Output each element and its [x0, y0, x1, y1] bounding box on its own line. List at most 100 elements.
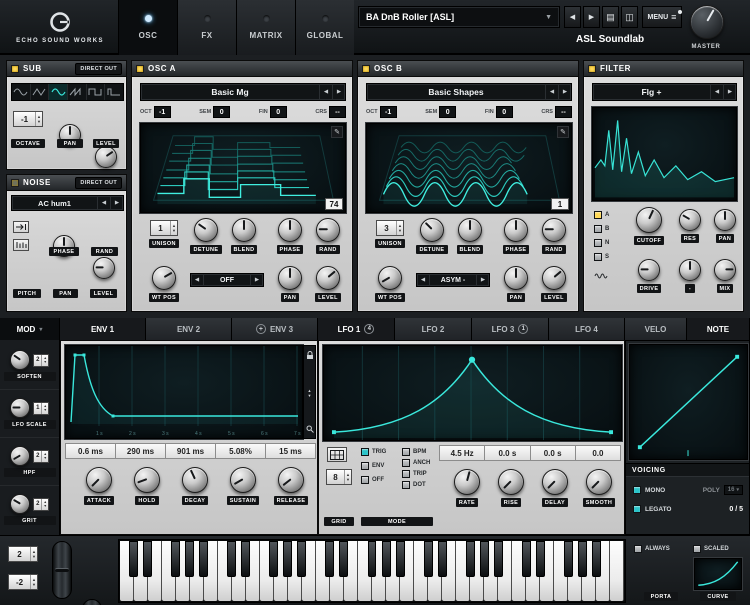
- bend-down-stepper[interactable]: -2: [8, 574, 38, 590]
- tab-osc[interactable]: OSC: [118, 0, 177, 55]
- piano-black-key[interactable]: [479, 541, 489, 577]
- hpf-stepper[interactable]: 2: [33, 449, 49, 463]
- grit-knob[interactable]: [10, 494, 31, 514]
- tab-lfo1[interactable]: LFO 14: [318, 318, 395, 340]
- filter-type-next-button[interactable]: [723, 84, 736, 100]
- osc-b-phase-knob[interactable]: [504, 218, 528, 242]
- bend-up-stepper[interactable]: 2: [8, 546, 38, 562]
- osc-b-level-knob[interactable]: [542, 266, 566, 290]
- osc-a-unison-stepper[interactable]: 1: [150, 220, 178, 236]
- piano-black-key[interactable]: [198, 541, 208, 577]
- decay-knob[interactable]: [182, 467, 208, 493]
- tab-env2[interactable]: ENV 2: [146, 318, 232, 340]
- tab-velo[interactable]: VELO: [625, 318, 687, 340]
- grit-stepper[interactable]: 2: [33, 497, 49, 511]
- sub-enable-led[interactable]: [11, 64, 19, 73]
- osc-a-phase-knob[interactable]: [278, 218, 302, 242]
- piano-black-key[interactable]: [269, 541, 279, 577]
- arrow-down-icon[interactable]: [398, 228, 402, 233]
- osc-a-rand-knob[interactable]: [316, 218, 340, 242]
- arrow-down-icon[interactable]: [32, 582, 36, 587]
- osc-b-detune-knob[interactable]: [420, 218, 444, 242]
- sub-wave-pulse-icon[interactable]: [105, 84, 123, 100]
- osc-a-wt-next-button[interactable]: [332, 84, 345, 100]
- sub-octave-stepper[interactable]: -1: [13, 111, 43, 127]
- tab-matrix[interactable]: MATRIX: [236, 0, 295, 55]
- tab-note[interactable]: NOTE: [687, 318, 750, 340]
- piano-black-key[interactable]: [564, 541, 574, 577]
- tab-env1[interactable]: ENV 1: [60, 318, 146, 340]
- route-b-checkbox[interactable]: [594, 225, 602, 233]
- hpf-knob[interactable]: [10, 446, 31, 466]
- osc-b-wtpos-knob[interactable]: [378, 266, 402, 290]
- filter-pan-knob[interactable]: [714, 209, 736, 231]
- noise-direct-out-button[interactable]: DIRECT OUT: [75, 176, 122, 189]
- osc-b-blend-knob[interactable]: [458, 218, 482, 242]
- trip-checkbox[interactable]: [402, 470, 410, 478]
- smooth-value[interactable]: 0.0: [575, 445, 621, 461]
- osc-a-sem-value[interactable]: 0: [213, 106, 231, 118]
- arrow-down-icon[interactable]: [37, 119, 41, 124]
- osc-b-wt-prev-button[interactable]: [545, 84, 558, 100]
- piano-black-key[interactable]: [297, 541, 307, 577]
- tab-lfo3[interactable]: LFO 31: [472, 318, 549, 340]
- tab-fx[interactable]: FX: [177, 0, 236, 55]
- osc-b-frame-value[interactable]: 1: [551, 198, 569, 210]
- osc-b-warp-next-button[interactable]: [476, 274, 489, 286]
- filter-type-prev-button[interactable]: [710, 84, 723, 100]
- piano-black-key[interactable]: [494, 541, 503, 577]
- piano-black-key[interactable]: [536, 541, 546, 577]
- preset-list-button[interactable]: [602, 6, 619, 28]
- osc-b-sem-value[interactable]: 0: [439, 106, 457, 118]
- filter-cutoff-knob[interactable]: [636, 207, 662, 233]
- tab-global[interactable]: GLOBAL: [295, 0, 354, 55]
- mono-checkbox[interactable]: [633, 486, 641, 494]
- preset-save-button[interactable]: [621, 6, 638, 28]
- scroll-icon[interactable]: [308, 388, 312, 398]
- osc-a-wavetable-display[interactable]: 74: [140, 123, 346, 213]
- arrow-down-icon[interactable]: [32, 554, 36, 559]
- noise-sample-selector[interactable]: AC hum1: [11, 195, 124, 211]
- noise-enable-led[interactable]: [11, 178, 19, 187]
- route-a-checkbox[interactable]: [594, 211, 602, 219]
- rate-value[interactable]: 4.5 Hz: [439, 445, 486, 461]
- piano-black-key[interactable]: [339, 541, 349, 577]
- sub-wave-sine2-icon[interactable]: [49, 84, 69, 100]
- osc-b-enable-led[interactable]: [362, 64, 370, 73]
- noise-grain-icon[interactable]: [13, 239, 29, 251]
- dot-checkbox[interactable]: [402, 481, 410, 489]
- off-checkbox[interactable]: [361, 476, 369, 484]
- osc-b-warp-selector[interactable]: ASYM -: [416, 273, 490, 287]
- osc-a-warp-next-button[interactable]: [250, 274, 263, 286]
- osc-a-pan-knob[interactable]: [278, 266, 302, 290]
- release-knob[interactable]: [278, 467, 304, 493]
- noise-prev-button[interactable]: [97, 196, 110, 210]
- osc-a-enable-led[interactable]: [136, 64, 144, 73]
- zoom-icon[interactable]: [306, 425, 314, 433]
- rise-value[interactable]: 0.0 s: [485, 445, 531, 461]
- soften-stepper[interactable]: 2: [33, 353, 49, 367]
- osc-a-crs-value[interactable]: --: [328, 106, 346, 118]
- env-checkbox[interactable]: [361, 462, 369, 470]
- sub-direct-out-button[interactable]: DIRECT OUT: [75, 62, 122, 75]
- poly-count-box[interactable]: 16: [723, 485, 743, 495]
- hold-knob[interactable]: [134, 467, 160, 493]
- piano-black-key[interactable]: [367, 541, 377, 577]
- piano-white-key[interactable]: [610, 541, 624, 601]
- tab-lfo4[interactable]: LFO 4: [549, 318, 625, 340]
- osc-a-blend-knob[interactable]: [232, 218, 256, 242]
- lfo1-display[interactable]: [323, 345, 622, 441]
- route-s-checkbox[interactable]: [594, 253, 602, 261]
- osc-b-unison-stepper[interactable]: 3: [376, 220, 404, 236]
- osc-a-edit-icon[interactable]: [331, 126, 343, 138]
- piano-black-key[interactable]: [578, 541, 588, 577]
- filter-enable-led[interactable]: [588, 64, 596, 73]
- sub-level-knob[interactable]: [95, 146, 117, 168]
- hold-value[interactable]: 290 ms: [116, 443, 166, 459]
- osc-b-oct-value[interactable]: -1: [379, 106, 397, 118]
- sub-wave-saw-icon[interactable]: [68, 84, 87, 100]
- osc-b-warp-prev-button[interactable]: [417, 274, 430, 286]
- lfo-grid-stepper[interactable]: 8: [326, 469, 352, 485]
- noise-rand-knob[interactable]: [93, 257, 115, 279]
- piano-black-key[interactable]: [325, 541, 335, 577]
